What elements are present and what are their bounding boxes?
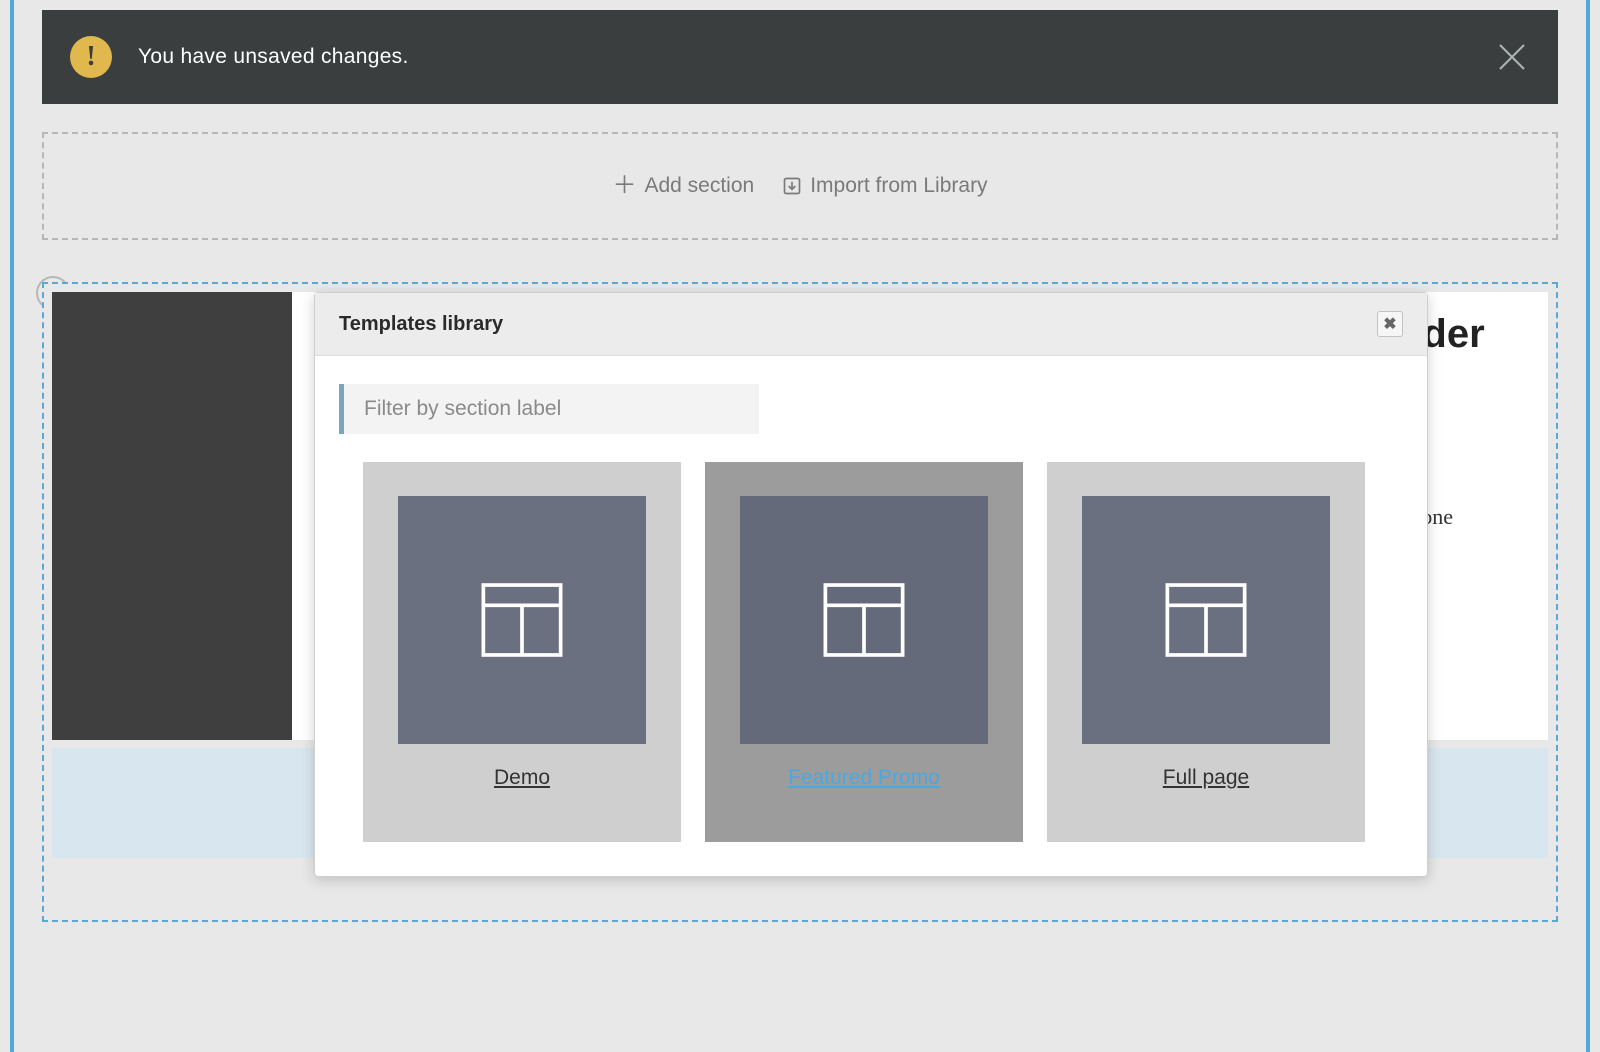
add-section-label: Add section [644,174,754,198]
template-grid: Demo Featured Promo [339,462,1403,842]
import-library-button[interactable]: Import from Library [782,174,987,198]
page-frame: ! You have unsaved changes. ＋ Add sectio… [10,0,1590,1052]
layout-icon [818,574,910,666]
template-card-full-page[interactable]: Full page [1047,462,1365,842]
filter-field[interactable] [339,384,759,434]
alert-close-button[interactable] [1494,39,1530,75]
plus-icon: ＋ [612,174,636,198]
template-thumbnail [1082,496,1330,744]
close-icon [1494,39,1530,75]
add-section-button[interactable]: ＋ Add section [612,174,754,198]
alert-message: You have unsaved changes. [138,45,409,69]
modal-body: Demo Featured Promo [315,356,1427,876]
section-image-placeholder [52,292,292,740]
modal-title: Templates library [339,313,503,336]
close-icon: ✖ [1383,314,1396,334]
modal-close-button[interactable]: ✖ [1377,311,1403,337]
template-thumbnail [398,496,646,744]
import-icon [782,176,802,196]
filter-input[interactable] [344,384,759,434]
templates-library-modal: Templates library ✖ Demo [314,292,1428,877]
template-thumbnail [740,496,988,744]
template-label: Demo [494,766,550,790]
unsaved-changes-alert: ! You have unsaved changes. [42,10,1558,104]
section-dropzone: ＋ Add section Import from Library [42,132,1558,240]
template-label: Full page [1163,766,1249,790]
modal-header: Templates library ✖ [315,293,1427,356]
layout-icon [1160,574,1252,666]
warning-icon: ! [70,36,112,78]
template-card-featured-promo[interactable]: Featured Promo [705,462,1023,842]
template-label: Featured Promo [788,766,940,790]
template-card-demo[interactable]: Demo [363,462,681,842]
import-library-label: Import from Library [810,174,987,198]
layout-icon [476,574,568,666]
